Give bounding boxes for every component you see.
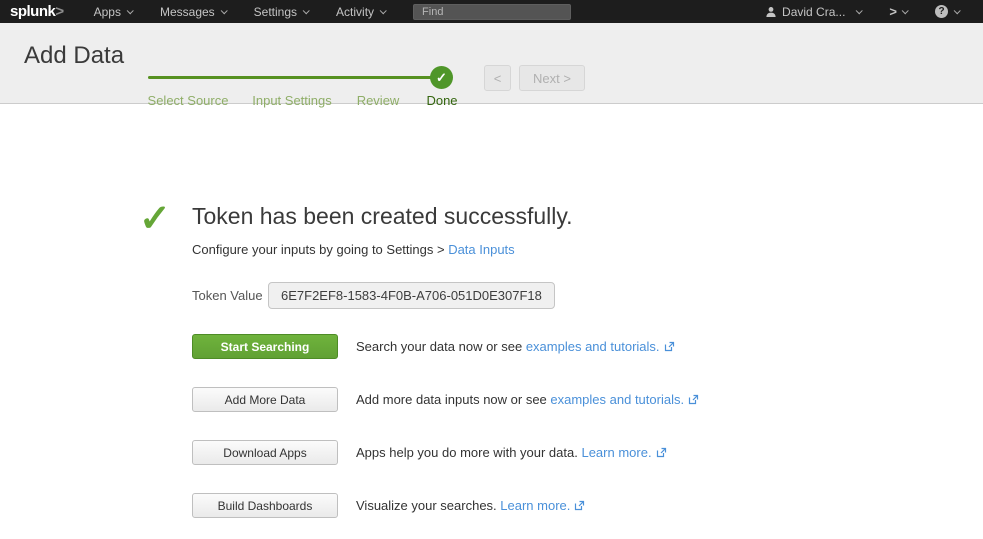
splunk-logo-caret: > <box>55 3 63 20</box>
data-inputs-link[interactable]: Data Inputs <box>448 242 515 257</box>
token-value-label: Token Value <box>192 288 268 303</box>
step-select-source: Select Source <box>148 93 229 108</box>
wizard-header: Add Data ✓ Select Source Input Settings … <box>0 23 983 104</box>
add-more-data-button[interactable]: Add More Data <box>192 387 338 412</box>
download-apps-button[interactable]: Download Apps <box>192 440 338 465</box>
configure-subtext: Configure your inputs by going to Settin… <box>192 242 515 257</box>
download-apps-description: Apps help you do more with your data. Le… <box>356 445 667 460</box>
external-link-icon <box>664 341 675 352</box>
start-searching-description: Search your data now or see examples and… <box>356 339 675 354</box>
page-title: Add Data <box>24 42 124 70</box>
configure-subtext-prefix: Configure your inputs by going to Settin… <box>192 242 448 257</box>
description-text: Apps help you do more with your data. <box>356 445 581 460</box>
examples-tutorials-link[interactable]: examples and tutorials. <box>550 392 684 407</box>
description-text: Search your data now or see <box>356 339 526 354</box>
navbar-right-group: David Cra... > ? <box>751 0 973 23</box>
top-navbar: splunk> Apps Messages Settings Activity … <box>0 0 983 23</box>
menu-settings-label: Settings <box>254 5 297 19</box>
build-dashboards-button[interactable]: Build Dashboards <box>192 493 338 518</box>
chevron-down-icon <box>856 7 863 14</box>
user-name-label: David Cra... <box>782 5 845 19</box>
help-menu[interactable]: ? <box>921 0 973 23</box>
user-icon <box>765 6 777 18</box>
chevron-down-icon <box>902 7 909 14</box>
description-text: Visualize your searches. <box>356 498 500 513</box>
token-value-field[interactable]: 6E7F2EF8-1583-4F0B-A706-051D0E307F18 <box>268 282 555 309</box>
splunk-logo-text: splunk <box>10 3 55 20</box>
learn-more-link[interactable]: Learn more. <box>581 445 651 460</box>
menu-messages[interactable]: Messages <box>146 0 240 23</box>
menu-settings[interactable]: Settings <box>240 0 322 23</box>
menu-apps-label: Apps <box>94 5 121 19</box>
action-row-download-apps: Download Apps Apps help you do more with… <box>192 440 667 465</box>
share-export-icon: > <box>889 4 896 19</box>
done-check-icon: ✓ <box>430 66 453 89</box>
build-dashboards-description: Visualize your searches. Learn more. <box>356 498 585 513</box>
description-text: Add more data inputs now or see <box>356 392 550 407</box>
success-check-icon: ✓ <box>139 196 171 241</box>
step-done: Done <box>426 93 457 108</box>
step-input-settings: Input Settings <box>252 93 332 108</box>
external-link-icon <box>656 447 667 458</box>
external-link-icon <box>688 394 699 405</box>
progress-line <box>148 76 433 79</box>
chevron-down-icon <box>380 7 387 14</box>
menu-activity[interactable]: Activity <box>322 0 399 23</box>
user-menu[interactable]: David Cra... <box>751 0 875 23</box>
menu-apps[interactable]: Apps <box>80 0 146 23</box>
next-button[interactable]: Next > <box>519 65 585 91</box>
action-row-add-more-data: Add More Data Add more data inputs now o… <box>192 387 699 412</box>
back-button[interactable]: < <box>484 65 511 91</box>
chevron-down-icon <box>127 7 134 14</box>
help-icon: ? <box>935 5 948 18</box>
success-heading: Token has been created successfully. <box>192 203 573 230</box>
splunk-logo[interactable]: splunk> <box>10 3 64 20</box>
find-search-input[interactable] <box>413 4 571 20</box>
action-row-start-searching: Start Searching Search your data now or … <box>192 334 675 359</box>
token-row: Token Value 6E7F2EF8-1583-4F0B-A706-051D… <box>192 282 555 309</box>
menu-activity-label: Activity <box>336 5 374 19</box>
start-searching-button[interactable]: Start Searching <box>192 334 338 359</box>
share-menu[interactable]: > <box>875 0 921 23</box>
external-link-icon <box>574 500 585 511</box>
chevron-down-icon <box>954 7 961 14</box>
step-review: Review <box>357 93 400 108</box>
add-more-data-description: Add more data inputs now or see examples… <box>356 392 699 407</box>
learn-more-link[interactable]: Learn more. <box>500 498 570 513</box>
examples-tutorials-link[interactable]: examples and tutorials. <box>526 339 660 354</box>
chevron-down-icon <box>220 7 227 14</box>
action-row-build-dashboards: Build Dashboards Visualize your searches… <box>192 493 585 518</box>
chevron-down-icon <box>303 7 310 14</box>
menu-messages-label: Messages <box>160 5 215 19</box>
